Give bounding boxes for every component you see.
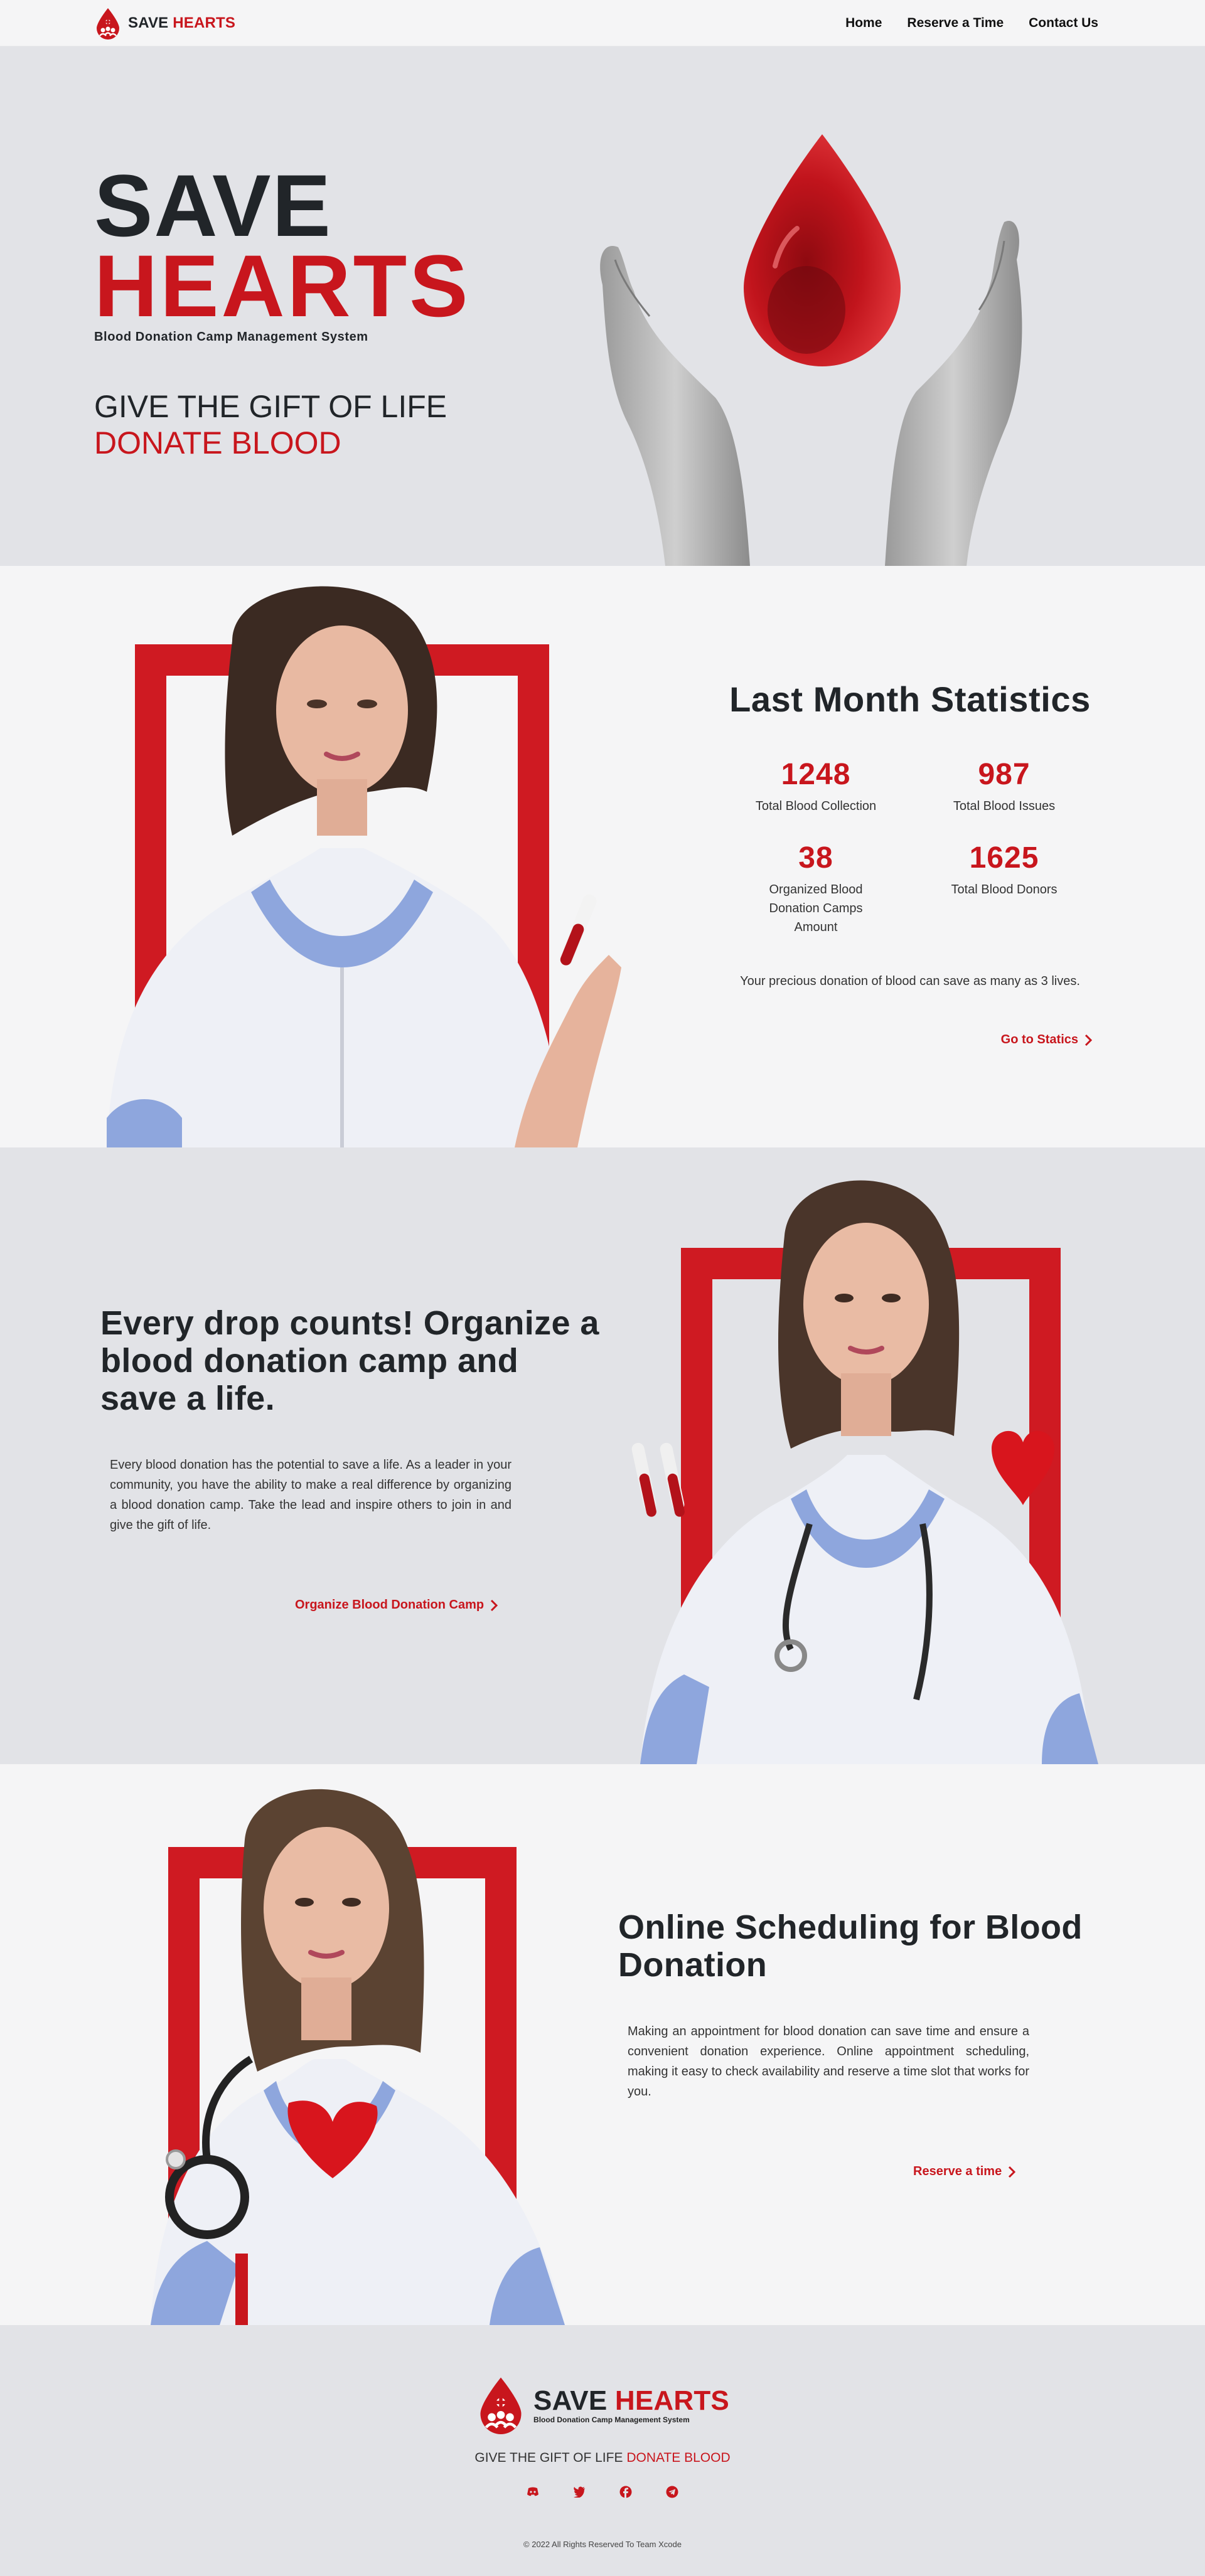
hero-tagline-gift: GIVE THE GIFT OF LIFE	[94, 389, 447, 424]
chevron-right-icon	[491, 1599, 498, 1611]
nav-contact-link[interactable]: Contact Us	[1029, 16, 1098, 31]
online-scheduling-section: Online Scheduling for Blood Donation Mak…	[0, 1764, 1205, 2325]
brand-logo[interactable]: SAVE HEARTS	[94, 7, 235, 40]
stat-label: Total Blood Collection	[755, 799, 877, 813]
brand-name: SAVE HEARTS	[128, 14, 235, 32]
doctor-with-heart-and-stethoscope-illustration	[631, 1180, 1098, 1764]
reserve-time-link[interactable]: Reserve a time	[913, 2164, 1016, 2179]
hero-title-hearts: HEARTS	[94, 237, 471, 335]
statistics-panel: Last Month Statistics 1248 Total Blood C…	[722, 679, 1098, 1047]
stat-label: Organized Blood Donation Camps Amount	[769, 883, 863, 934]
cta-label: Go to Statics	[1000, 1033, 1078, 1046]
copyright-text: © 2022 All Rights Reserved To Team Xcode	[523, 2540, 682, 2549]
stat-blood-donors: 1625 Total Blood Donors	[910, 841, 1098, 937]
footer-brand-subtitle: Blood Donation Camp Management System	[533, 2415, 690, 2424]
online-scheduling-text: Online Scheduling for Blood Donation Mak…	[618, 1908, 1108, 2179]
statistics-note: Your precious donation of blood can save…	[740, 974, 1080, 988]
discord-icon[interactable]	[526, 2485, 540, 2499]
go-to-statistics-link[interactable]: Go to Statics	[1001, 1033, 1092, 1047]
footer-brand-save: SAVE	[533, 2385, 608, 2416]
stat-label: Total Blood Donors	[951, 883, 1058, 897]
footer-tagline-donate: DONATE BLOOD	[626, 2451, 731, 2465]
footer-brand-name: SAVE HEARTS	[533, 2385, 729, 2417]
chevron-right-icon	[1009, 2166, 1016, 2178]
stat-value: 1248	[781, 758, 851, 791]
stat-blood-collection: 1248 Total Blood Collection	[722, 757, 910, 816]
online-scheduling-title: Online Scheduling for Blood Donation	[618, 1908, 1083, 1984]
top-navbar: SAVE HEARTS Home Reserve a Time Contact …	[0, 0, 1205, 46]
organize-camp-text: Every drop counts! Organize a blood dona…	[100, 1304, 602, 1612]
footer-brand-hearts: HEARTS	[614, 2385, 729, 2416]
social-links	[0, 2485, 1205, 2499]
footer-brand[interactable]: SAVE HEARTS Blood Donation Camp Manageme…	[0, 2375, 1205, 2434]
stat-value: 38	[798, 841, 833, 875]
hero-title-save: SAVE	[94, 156, 332, 255]
doctor-holding-heart-illustration	[151, 1789, 565, 2325]
blood-drop-logo-icon	[480, 2377, 522, 2434]
statistics-title: Last Month Statistics	[729, 679, 1091, 719]
stat-blood-issues: 987 Total Blood Issues	[910, 757, 1098, 816]
footer-tagline: GIVE THE GIFT OF LIFE DONATE BLOOD	[0, 2451, 1205, 2466]
online-scheduling-body: Making an appointment for blood donation…	[628, 2025, 1029, 2099]
organize-camp-title: Every drop counts! Organize a blood dona…	[100, 1304, 599, 1417]
cta-label: Reserve a time	[913, 2164, 1002, 2178]
stat-label: Total Blood Issues	[953, 799, 1056, 813]
hero-tagline-donate: DONATE BLOOD	[94, 425, 341, 460]
hero-section: SAVE HEARTS Blood Donation Camp Manageme…	[0, 46, 1205, 566]
footer-brand-text: SAVE HEARTS Blood Donation Camp Manageme…	[533, 2385, 729, 2424]
cta-label: Organize Blood Donation Camp	[295, 1598, 485, 1612]
organize-camp-section: Every drop counts! Organize a blood dona…	[0, 1147, 1205, 1764]
stat-value: 987	[978, 758, 1031, 791]
nav-links: Home Reserve a Time Contact Us	[845, 16, 1098, 31]
facebook-icon[interactable]	[619, 2485, 633, 2499]
organize-camp-link[interactable]: Organize Blood Donation Camp	[295, 1598, 498, 1612]
nav-home-link[interactable]: Home	[845, 16, 882, 31]
doctor-with-blood-tube-illustration	[107, 586, 621, 1147]
nav-reserve-link[interactable]: Reserve a Time	[907, 16, 1004, 31]
twitter-icon[interactable]	[572, 2485, 586, 2499]
organize-camp-body: Every blood donation has the potential t…	[110, 1458, 511, 1532]
brand-hearts: HEARTS	[173, 14, 236, 31]
statistics-grid: 1248 Total Blood Collection 987 Total Bl…	[722, 757, 1098, 937]
telegram-icon[interactable]	[665, 2485, 679, 2499]
brand-save: SAVE	[128, 14, 169, 31]
chevron-right-icon	[1084, 1034, 1092, 1046]
hero-text: SAVE HEARTS Blood Donation Camp Manageme…	[94, 156, 471, 461]
blood-drop-logo-icon	[97, 8, 119, 40]
site-footer: SAVE HEARTS Blood Donation Camp Manageme…	[0, 2325, 1205, 2576]
stat-value: 1625	[969, 841, 1039, 875]
stat-camps-organized: 38 Organized Blood Donation Camps Amount	[722, 841, 910, 937]
footer-tagline-gift: GIVE THE GIFT OF LIFE	[474, 2451, 623, 2465]
hands-blood-drop-illustration	[600, 134, 1022, 566]
statistics-section: Last Month Statistics 1248 Total Blood C…	[0, 566, 1205, 1147]
